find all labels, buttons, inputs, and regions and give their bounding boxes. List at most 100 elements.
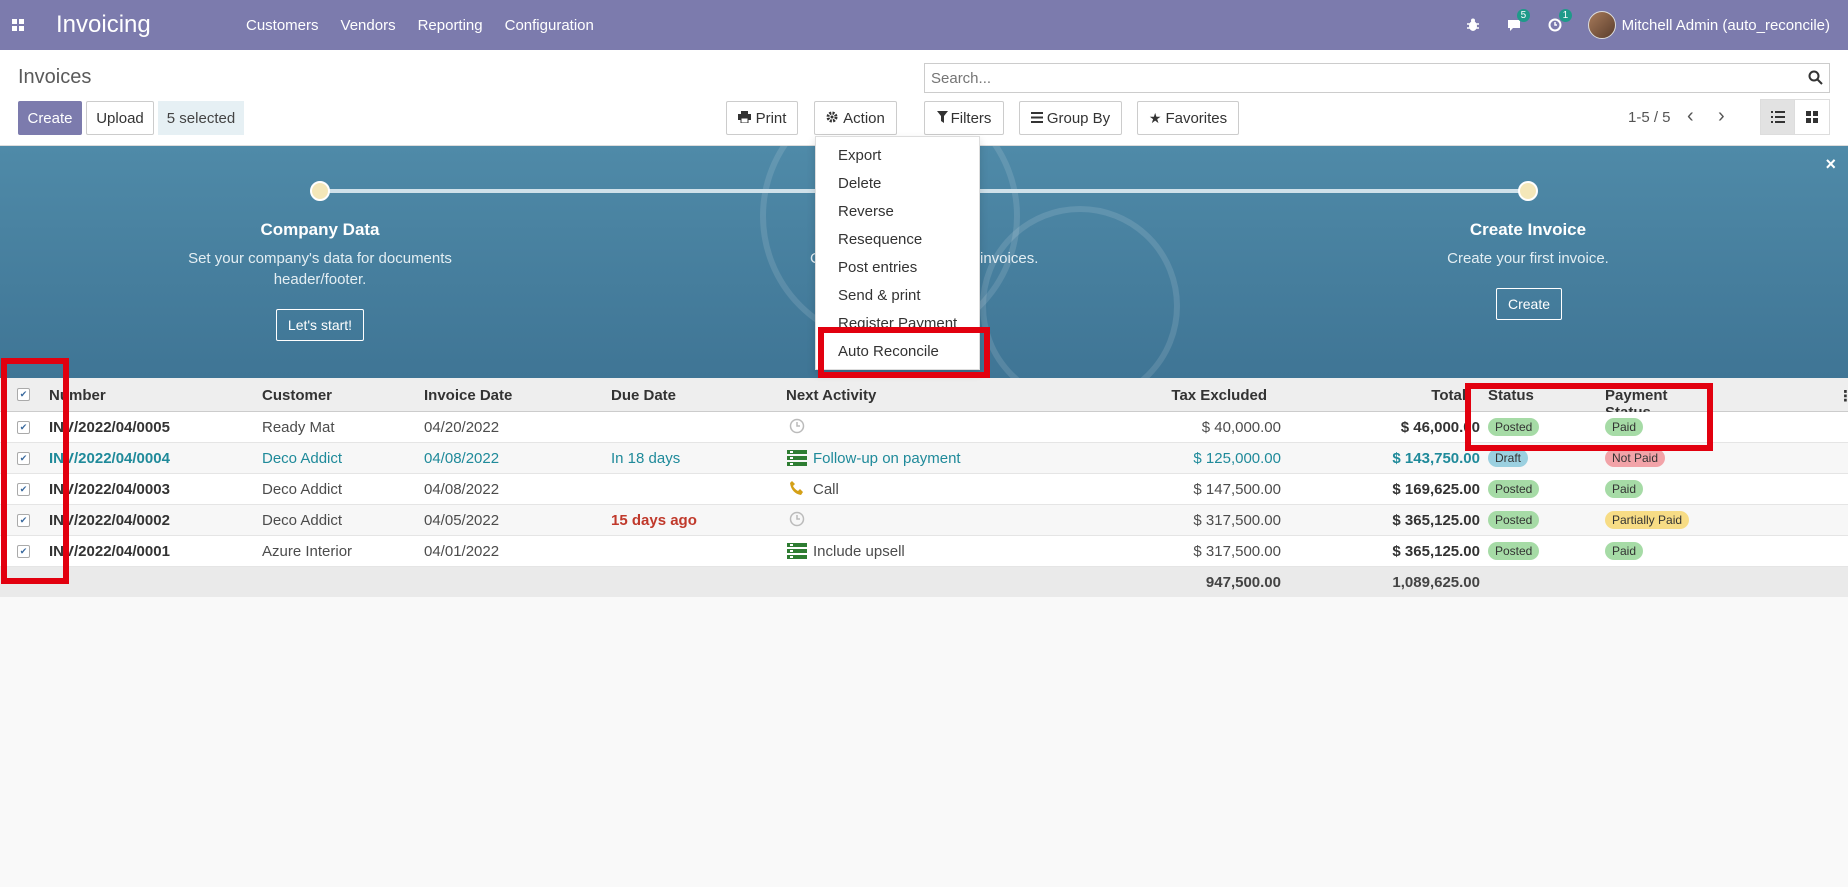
app-name[interactable]: Invoicing bbox=[56, 11, 246, 39]
row-invoice-date: 04/20/2022 bbox=[424, 419, 500, 436]
row-due-date: 15 days ago bbox=[611, 512, 697, 529]
menu-item-export[interactable]: Export bbox=[838, 147, 881, 164]
column-options-icon[interactable]: ⋮ bbox=[1838, 387, 1848, 405]
pager-previous-icon[interactable]: ‹ bbox=[1687, 105, 1694, 128]
search-bar[interactable] bbox=[924, 63, 1830, 93]
status-badge: Posted bbox=[1488, 542, 1540, 560]
row-total: $ 143,750.00 bbox=[1392, 450, 1480, 467]
menu-reporting[interactable]: Reporting bbox=[418, 17, 483, 34]
row-tax-excluded: $ 317,500.00 bbox=[1193, 543, 1281, 560]
list-icon[interactable] bbox=[787, 543, 807, 563]
row-invoice-date: 04/08/2022 bbox=[424, 450, 500, 467]
highlight-checkboxes bbox=[1, 358, 69, 584]
star-icon: ★ bbox=[1148, 109, 1162, 126]
create-button[interactable]: Create bbox=[18, 101, 82, 135]
status-badge: Draft bbox=[1488, 449, 1529, 467]
row-activity[interactable]: Include upsell bbox=[813, 543, 905, 560]
header-next-activity[interactable]: Next Activity bbox=[786, 387, 876, 404]
filters-button[interactable]: Filters bbox=[924, 101, 1004, 135]
row-tax-excluded: $ 317,500.00 bbox=[1193, 512, 1281, 529]
payment-status-badge: Not Paid bbox=[1605, 449, 1666, 467]
page-title: Invoices bbox=[18, 66, 92, 88]
pager-next-icon[interactable]: › bbox=[1718, 105, 1725, 128]
phone-icon[interactable] bbox=[789, 480, 805, 500]
print-label: Print bbox=[755, 109, 787, 127]
pager-value[interactable]: 1-5 / 5 bbox=[1628, 109, 1671, 126]
kanban-view-icon[interactable] bbox=[1794, 99, 1830, 135]
step-middle-text-right: invoices. bbox=[980, 250, 1039, 267]
control-panel: Invoices Create Upload 5 selected Print … bbox=[0, 50, 1848, 146]
step-create-invoice-dot bbox=[1518, 181, 1538, 201]
menu-item-send-print[interactable]: Send & print bbox=[838, 287, 921, 304]
messages-icon[interactable]: 5 bbox=[1506, 9, 1531, 32]
upload-button[interactable]: Upload bbox=[86, 101, 154, 135]
row-invoice-date: 04/01/2022 bbox=[424, 543, 500, 560]
menu-configuration[interactable]: Configuration bbox=[505, 17, 594, 34]
create-invoice-button[interactable]: Create bbox=[1496, 288, 1562, 320]
row-invoice-date: 04/05/2022 bbox=[424, 512, 500, 529]
activities-badge: 1 bbox=[1558, 9, 1573, 22]
row-total: $ 169,625.00 bbox=[1392, 481, 1480, 498]
print-icon bbox=[737, 110, 751, 127]
menu-vendors[interactable]: Vendors bbox=[341, 17, 396, 34]
step-company-data-text: Set your company's data for documents he… bbox=[188, 250, 452, 288]
menu-item-resequence[interactable]: Resequence bbox=[838, 231, 922, 248]
action-button[interactable]: Action bbox=[814, 101, 897, 135]
row-invoice-date: 04/08/2022 bbox=[424, 481, 500, 498]
header-total[interactable]: Total bbox=[1300, 387, 1466, 404]
status-badge: Posted bbox=[1488, 480, 1540, 498]
close-icon[interactable]: × bbox=[1825, 154, 1836, 175]
messages-badge: 5 bbox=[1516, 9, 1531, 22]
row-tax-excluded: $ 147,500.00 bbox=[1193, 481, 1281, 498]
selected-count: 5 selected bbox=[158, 101, 244, 135]
list-view-icon[interactable] bbox=[1760, 99, 1796, 135]
row-activity[interactable]: Call bbox=[813, 481, 839, 498]
row-customer: Deco Addict bbox=[262, 450, 343, 467]
menu-item-delete[interactable]: Delete bbox=[838, 175, 881, 192]
total-tax-excluded: 947,500.00 bbox=[1205, 574, 1281, 591]
row-activity[interactable]: Follow-up on payment bbox=[813, 450, 961, 467]
activities-clock-icon[interactable]: 1 bbox=[1548, 9, 1573, 32]
row-tax-excluded: $ 40,000.00 bbox=[1201, 419, 1281, 436]
apps-menu-icon[interactable] bbox=[0, 0, 36, 50]
table-row[interactable]: ✔ INV/2022/04/0001 Azure Interior 04/01/… bbox=[0, 536, 1848, 567]
menu-item-reverse[interactable]: Reverse bbox=[838, 203, 894, 220]
debug-bug-icon[interactable] bbox=[1466, 18, 1480, 32]
header-due-date[interactable]: Due Date bbox=[611, 387, 676, 404]
clock-icon[interactable] bbox=[789, 418, 805, 438]
user-name[interactable]: Mitchell Admin (auto_reconcile) bbox=[1622, 17, 1830, 34]
row-tax-excluded: $ 125,000.00 bbox=[1193, 450, 1281, 467]
filter-icon bbox=[936, 110, 948, 127]
user-avatar[interactable] bbox=[1587, 11, 1616, 39]
groupby-label: Group By bbox=[1046, 109, 1111, 127]
favorites-button[interactable]: ★ Favorites bbox=[1137, 101, 1239, 135]
menu-item-register-payment[interactable]: Register Payment bbox=[838, 315, 957, 327]
total-amount: 1,089,625.00 bbox=[1392, 574, 1480, 591]
payment-status-badge: Paid bbox=[1605, 480, 1644, 498]
header-invoice-date[interactable]: Invoice Date bbox=[424, 387, 512, 404]
step-create-invoice-text: Create your first invoice. bbox=[1447, 250, 1609, 267]
step-company-data-dot bbox=[310, 181, 330, 201]
payment-status-badge: Paid bbox=[1605, 542, 1644, 560]
print-button[interactable]: Print bbox=[726, 101, 798, 135]
highlight-status-columns bbox=[1465, 383, 1713, 451]
groupby-button[interactable]: Group By bbox=[1019, 101, 1122, 135]
row-due-date: In 18 days bbox=[611, 450, 681, 467]
clock-icon[interactable] bbox=[789, 511, 805, 531]
table-row[interactable]: ✔ INV/2022/04/0003 Deco Addict 04/08/202… bbox=[0, 474, 1848, 505]
search-icon[interactable] bbox=[1808, 70, 1823, 89]
header-tax-excluded[interactable]: Tax Excluded bbox=[1100, 387, 1267, 404]
search-input[interactable] bbox=[931, 69, 1791, 87]
table-totals-row: 947,500.00 1,089,625.00 bbox=[0, 567, 1848, 597]
gear-icon bbox=[826, 110, 838, 127]
lets-start-button[interactable]: Let's start! bbox=[276, 309, 364, 341]
menu-item-post-entries[interactable]: Post entries bbox=[838, 259, 917, 276]
row-customer: Deco Addict bbox=[262, 512, 343, 529]
header-customer[interactable]: Customer bbox=[262, 387, 332, 404]
table-row[interactable]: ✔ INV/2022/04/0002 Deco Addict 04/05/202… bbox=[0, 505, 1848, 536]
list-icon[interactable] bbox=[787, 450, 807, 470]
favorites-label: Favorites bbox=[1165, 109, 1228, 127]
menu-customers[interactable]: Customers bbox=[246, 17, 319, 34]
row-total: $ 365,125.00 bbox=[1392, 512, 1480, 529]
payment-status-badge: Partially Paid bbox=[1605, 511, 1690, 529]
